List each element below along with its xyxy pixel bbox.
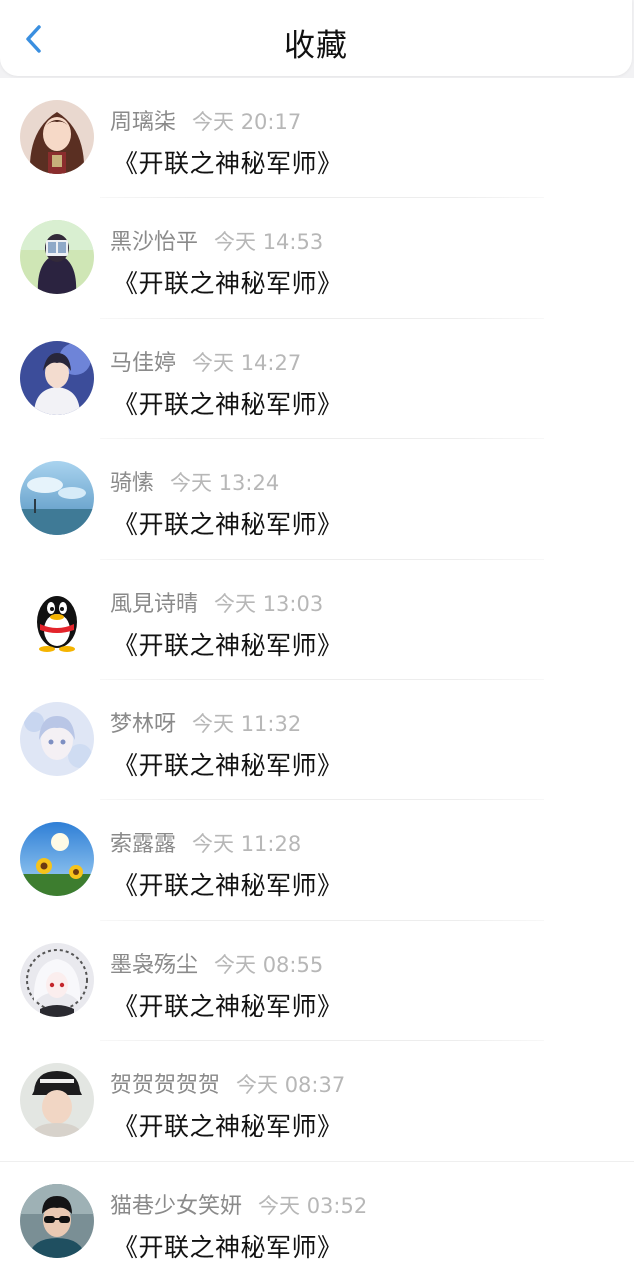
book-title: 《开联之神秘军师》: [113, 1232, 343, 1262]
list-item[interactable]: 索露露 今天 11:28 《开联之神秘军师》: [0, 800, 634, 921]
book-title: 《开联之神秘军师》: [113, 630, 343, 660]
user-name-text: 马佳婷: [110, 350, 177, 376]
timestamp: 今天 03:52: [258, 1193, 368, 1218]
user-name-text: 黑沙怡平: [110, 230, 199, 256]
list-item[interactable]: 梦林呀 今天 11:32 《开联之神秘军师》: [0, 680, 634, 801]
user-name: 马佳婷 今天 14:27: [110, 345, 301, 377]
timestamp: 今天 11:28: [192, 832, 302, 857]
book-title: 《开联之神秘军师》: [113, 750, 343, 780]
timestamp: 今天 14:53: [214, 230, 324, 255]
user-name-text: 索露露: [110, 832, 177, 858]
user-name-text: 贺贺贺贺贺: [110, 1073, 221, 1099]
user-name-text: 猫巷少女笑妍: [110, 1193, 243, 1219]
timestamp: 今天 11:32: [192, 711, 302, 736]
user-name-text: 周璃柒: [110, 110, 177, 135]
timestamp: 今天 13:03: [214, 591, 324, 616]
user-name-text: 骑愫: [110, 471, 155, 497]
user-name: 黑沙怡平 今天 14:53: [110, 224, 323, 256]
user-name: 風見诗晴 今天 13:03: [110, 586, 323, 618]
list-item[interactable]: 猫巷少女笑妍 今天 03:52 《开联之神秘军师》: [0, 1162, 634, 1280]
list-item[interactable]: 風見诗晴 今天 13:03 《开联之神秘军师》: [0, 560, 634, 680]
avatar[interactable]: [20, 100, 94, 174]
favorites-list: 周璃柒 今天 20:17 《开联之神秘军师》 黑沙怡平 今天 14:53 《开联之神…: [0, 78, 634, 1280]
list-item[interactable]: 贺贺贺贺贺 今天 08:37 《开联之神秘军师》: [0, 1041, 634, 1162]
avatar[interactable]: [20, 581, 94, 656]
page-title: 收藏: [284, 28, 348, 64]
avatar[interactable]: [20, 942, 94, 1017]
list-item[interactable]: 骑愫 今天 13:24 《开联之神秘军师》: [0, 439, 634, 560]
book-title: 《开联之神秘军师》: [113, 871, 343, 901]
book-title: 《开联之神秘军师》: [113, 269, 343, 299]
user-name: 贺贺贺贺贺 今天 08:37: [110, 1067, 345, 1099]
user-name: 周璃柒 今天 20:17: [110, 104, 301, 136]
book-title: 《开联之神秘军师》: [113, 991, 343, 1021]
avatar[interactable]: [20, 701, 94, 776]
timestamp: 今天 13:24: [170, 471, 280, 496]
avatar[interactable]: [20, 822, 94, 897]
timestamp: 今天 20:17: [192, 110, 302, 134]
user-name: 骑愫 今天 13:24: [110, 465, 279, 497]
list-item[interactable]: 马佳婷 今天 14:27 《开联之神秘军师》: [0, 319, 634, 440]
user-name: 梦林呀 今天 11:32: [110, 706, 301, 738]
avatar[interactable]: [20, 1183, 94, 1258]
book-title: 《开联之神秘军师》: [113, 1112, 343, 1142]
avatar[interactable]: [20, 461, 94, 536]
timestamp: 今天 08:37: [236, 1073, 346, 1098]
book-title: 《开联之神秘军师》: [113, 510, 343, 540]
user-name: 索露露 今天 11:28: [110, 826, 301, 858]
avatar[interactable]: [20, 220, 94, 295]
user-name-text: 風見诗晴: [110, 591, 199, 617]
book-title: 《开联之神秘军师》: [113, 389, 343, 419]
user-name: 猫巷少女笑妍 今天 03:52: [110, 1188, 367, 1220]
avatar[interactable]: [20, 340, 94, 415]
avatar[interactable]: [20, 1063, 94, 1138]
book-title: 《开联之神秘军师》: [113, 149, 343, 178]
timestamp: 今天 08:55: [214, 952, 324, 977]
user-name-text: 墨袅殇尘: [110, 952, 199, 978]
top-bar: 收藏: [0, 0, 632, 76]
list-item[interactable]: 周璃柒 今天 20:17 《开联之神秘军师》: [0, 78, 634, 199]
timestamp: 今天 14:27: [192, 350, 302, 375]
list-item[interactable]: 黑沙怡平 今天 14:53 《开联之神秘军师》: [0, 198, 634, 319]
user-name: 墨袅殇尘 今天 08:55: [110, 947, 323, 979]
list-item[interactable]: 墨袅殇尘 今天 08:55 《开联之神秘军师》: [0, 921, 634, 1042]
user-name-text: 梦林呀: [110, 711, 177, 737]
